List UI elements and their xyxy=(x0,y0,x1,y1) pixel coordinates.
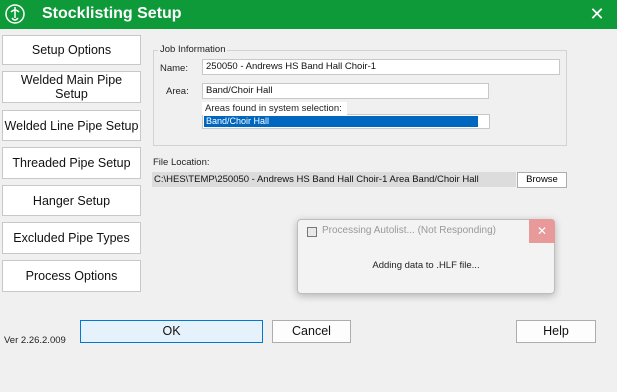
help-button[interactable]: Help xyxy=(516,320,596,343)
browse-button[interactable]: Browse xyxy=(517,172,567,188)
version-label: Ver 2.26.2.009 xyxy=(4,335,66,346)
setup-options-button[interactable]: Setup Options xyxy=(2,35,141,65)
dialog-title: Processing Autolist... (Not Responding) xyxy=(322,225,496,236)
process-options-button[interactable]: Process Options xyxy=(2,260,141,292)
hanger-setup-button[interactable]: Hanger Setup xyxy=(2,185,141,216)
close-icon[interactable]: ✕ xyxy=(587,4,607,24)
ok-button[interactable]: OK xyxy=(80,320,263,343)
title-bar: Stocklisting Setup ✕ xyxy=(0,0,617,29)
area-label: Area: xyxy=(166,86,189,97)
sidebar-item-label: Welded Main Pipe Setup xyxy=(20,73,123,101)
sidebar-item-label: Welded Line Pipe Setup xyxy=(4,118,139,133)
file-location-path[interactable]: C:\HES\TEMP\250050 - Andrews HS Band Hal… xyxy=(152,172,516,187)
sidebar-item-label: Excluded Pipe Types xyxy=(13,231,130,245)
file-location-label: File Location: xyxy=(153,157,210,168)
sidebar-item-label: Setup Options xyxy=(31,43,112,57)
dialog-message: Adding data to .HLF file... xyxy=(372,260,480,271)
areas-listbox[interactable]: Band/Choir Hall xyxy=(202,114,490,129)
name-label: Name: xyxy=(160,63,188,74)
welded-line-pipe-setup-button[interactable]: Welded Line Pipe Setup xyxy=(2,110,141,141)
job-information-label: Job Information xyxy=(158,44,228,55)
window-title: Stocklisting Setup xyxy=(42,5,182,22)
processing-dialog: Processing Autolist... (Not Responding) … xyxy=(297,219,555,294)
area-field[interactable]: Band/Choir Hall xyxy=(202,83,489,99)
sidebar-item-label: Hanger Setup xyxy=(32,193,111,208)
threaded-pipe-setup-button[interactable]: Threaded Pipe Setup xyxy=(2,147,141,179)
sidebar-item-label: Threaded Pipe Setup xyxy=(12,156,131,170)
app-logo-icon xyxy=(5,4,25,24)
sidebar-item-label: Process Options xyxy=(25,269,118,283)
sidebar: Setup Options Welded Main Pipe Setup Wel… xyxy=(0,29,146,303)
list-item[interactable]: Band/Choir Hall xyxy=(204,116,478,127)
close-icon[interactable]: ✕ xyxy=(529,219,555,243)
excluded-pipe-types-button[interactable]: Excluded Pipe Types xyxy=(2,222,141,254)
name-field[interactable]: 250050 - Andrews HS Band Hall Choir-1 xyxy=(202,59,560,75)
window-icon xyxy=(307,227,317,237)
areas-tooltip: Areas found in system selection: xyxy=(202,102,347,115)
cancel-button[interactable]: Cancel xyxy=(272,320,351,343)
welded-main-pipe-setup-button[interactable]: Welded Main Pipe Setup xyxy=(2,71,141,103)
